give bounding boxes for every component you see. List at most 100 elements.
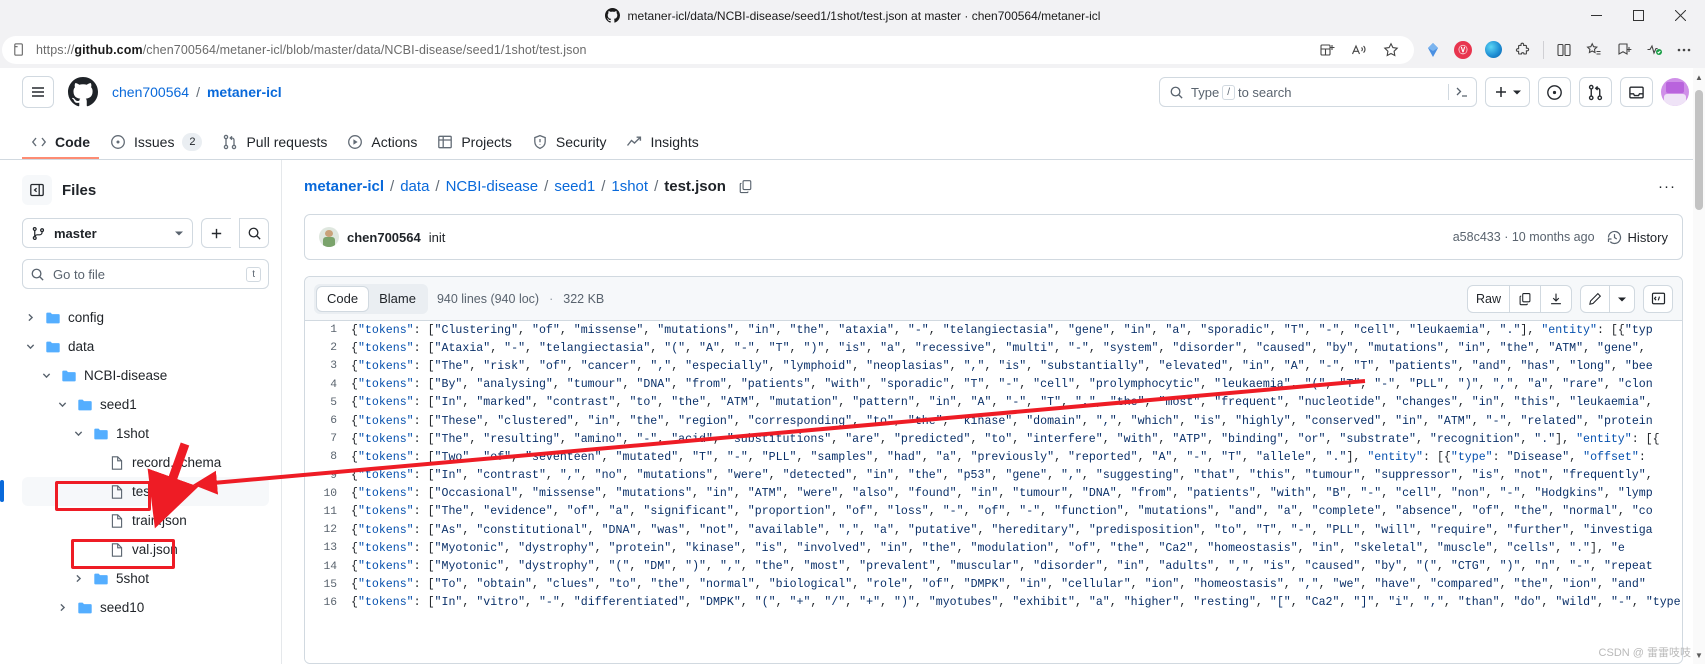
breadcrumb-repo[interactable]: metaner-icl <box>304 178 384 195</box>
line-content[interactable]: {"tokens": ["To", "obtain", "clues", "to… <box>351 578 1646 591</box>
line-number[interactable]: 16 <box>305 597 351 609</box>
commit-author-avatar[interactable] <box>319 227 339 247</box>
line-content[interactable]: {"tokens": ["Myotonic", "dystrophy", "("… <box>351 560 1653 573</box>
add-to-favorites-icon[interactable] <box>1609 36 1639 64</box>
tree-item-config[interactable]: config <box>22 303 269 332</box>
line-number[interactable]: 4 <box>305 379 351 391</box>
pencil-icon[interactable] <box>1581 285 1610 312</box>
chevron-down-icon[interactable] <box>22 342 38 351</box>
download-icon[interactable] <box>1541 286 1571 312</box>
edge-icon[interactable] <box>1478 36 1508 64</box>
history-link[interactable]: History <box>1607 230 1668 245</box>
split-screen-icon[interactable] <box>1312 36 1342 64</box>
tree-item-data[interactable]: data <box>22 332 269 361</box>
github-logo[interactable] <box>68 77 98 107</box>
favorite-star-icon[interactable] <box>1376 36 1406 64</box>
tab-actions[interactable]: Actions <box>338 126 426 159</box>
sidebar-collapse-icon[interactable] <box>22 175 52 205</box>
code-content[interactable]: 1 {"tokens": ["Clustering", "of", "missen… <box>305 321 1682 663</box>
search-files-button[interactable] <box>239 218 269 248</box>
active-tab[interactable]: metaner-icl/data/NCBI-disease/seed1/1sho… <box>0 8 1705 23</box>
line-content[interactable]: {"tokens": ["The", "evidence", "of", "a"… <box>351 505 1653 518</box>
chevron-right-icon[interactable] <box>54 603 70 612</box>
tab-projects[interactable]: Projects <box>428 126 521 159</box>
kebab-menu-icon[interactable]: ··· <box>1651 172 1683 200</box>
line-number[interactable]: 12 <box>305 524 351 536</box>
line-number[interactable]: 9 <box>305 470 351 482</box>
minimize-button[interactable] <box>1575 0 1617 31</box>
tree-item-seed1[interactable]: seed1 <box>22 390 269 419</box>
line-number[interactable]: 6 <box>305 415 351 427</box>
line-content[interactable]: {"tokens": ["The", "resulting", "amino",… <box>351 433 1660 446</box>
copy-icon[interactable] <box>1510 285 1541 312</box>
repo-owner-link[interactable]: chen700564 <box>112 84 189 100</box>
line-number[interactable]: 11 <box>305 506 351 518</box>
inbox-icon[interactable] <box>1620 77 1653 107</box>
line-content[interactable]: {"tokens": ["As", "constitutional", "DNA… <box>351 524 1653 537</box>
line-content[interactable]: {"tokens": ["Occasional", "missense", "m… <box>351 487 1653 500</box>
copy-path-icon[interactable] <box>736 176 756 196</box>
line-content[interactable]: {"tokens": ["In", "marked", "contrast", … <box>351 396 1653 409</box>
code-symbols-icon[interactable] <box>1643 284 1673 313</box>
line-number[interactable]: 2 <box>305 342 351 354</box>
extension-red-icon[interactable]: Ⓥ <box>1448 36 1478 64</box>
breadcrumb-1shot[interactable]: 1shot <box>611 178 648 195</box>
maximize-button[interactable] <box>1617 0 1659 31</box>
address-bar[interactable]: https://github.com/chen700564/metaner-ic… <box>2 35 1414 64</box>
puzzle-extensions-icon[interactable] <box>1508 36 1538 64</box>
tab-issues[interactable]: Issues 2 <box>101 126 211 159</box>
chevron-right-icon[interactable] <box>70 574 86 583</box>
pull-request-icon[interactable] <box>1579 77 1612 107</box>
tree-item-seed10[interactable]: seed10 <box>22 593 269 622</box>
line-number[interactable]: 1 <box>305 324 351 336</box>
command-palette-icon[interactable] <box>1448 84 1470 100</box>
menu-icon[interactable] <box>22 76 54 108</box>
scrollbar-thumb[interactable] <box>1695 90 1703 210</box>
line-content[interactable]: {"tokens": ["Two", "of", "seventeen", "m… <box>351 451 1646 464</box>
tab-security[interactable]: Security <box>523 126 616 159</box>
line-content[interactable]: {"tokens": ["By", "analysing", "tumour",… <box>351 378 1653 391</box>
line-content[interactable]: {"tokens": ["In", "vitro", "-", "differe… <box>351 596 1682 609</box>
line-number[interactable]: 14 <box>305 561 351 573</box>
issue-opened-icon[interactable] <box>1538 77 1571 107</box>
add-file-button[interactable] <box>201 218 231 248</box>
commit-sha[interactable]: a58c433 <box>1453 230 1501 244</box>
tree-item-record-schema[interactable]: record.schema <box>22 448 269 477</box>
tab-code[interactable]: Code <box>22 126 99 159</box>
settings-more-icon[interactable] <box>1669 36 1699 64</box>
close-button[interactable] <box>1659 0 1701 31</box>
create-new-button[interactable] <box>1485 77 1530 107</box>
page-scrollbar[interactable]: ▲ ▼ <box>1693 68 1705 664</box>
scroll-down-arrow[interactable]: ▼ <box>1693 648 1705 662</box>
breadcrumb-seed1[interactable]: seed1 <box>554 178 595 195</box>
page-info-icon[interactable] <box>8 39 30 61</box>
breadcrumb-ncbi-disease[interactable]: NCBI-disease <box>446 178 539 195</box>
line-content[interactable]: {"tokens": ["Clustering", "of", "missens… <box>351 324 1653 337</box>
line-number[interactable]: 3 <box>305 360 351 372</box>
line-content[interactable]: {"tokens": ["The", "risk", "of", "cancer… <box>351 360 1653 373</box>
line-content[interactable]: {"tokens": ["These", "clustered", "in", … <box>351 415 1653 428</box>
go-to-file-input[interactable]: Go to file t <box>22 259 269 289</box>
repo-name-link[interactable]: metaner-icl <box>207 84 282 100</box>
read-aloud-icon[interactable] <box>1344 36 1374 64</box>
tree-item-ncbi-disease[interactable]: NCBI-disease <box>22 361 269 390</box>
search-input[interactable]: Type / to search <box>1159 77 1477 107</box>
commit-message[interactable]: init <box>429 230 446 245</box>
chevron-down-icon[interactable] <box>1610 286 1634 312</box>
browser-essentials-icon[interactable] <box>1549 36 1579 64</box>
breadcrumb-data[interactable]: data <box>400 178 429 195</box>
chevron-down-icon[interactable] <box>70 429 86 438</box>
branch-selector[interactable]: master <box>22 218 193 248</box>
line-number[interactable]: 5 <box>305 397 351 409</box>
avatar[interactable] <box>1661 78 1689 106</box>
tab-blame-view[interactable]: Blame <box>369 286 426 312</box>
line-number[interactable]: 15 <box>305 579 351 591</box>
tree-item-1shot[interactable]: 1shot <box>22 419 269 448</box>
line-content[interactable]: {"tokens": ["In", "contrast", ",", "no",… <box>351 469 1653 482</box>
tab-pull-requests[interactable]: Pull requests <box>213 126 336 159</box>
scroll-up-arrow[interactable]: ▲ <box>1693 70 1705 84</box>
line-content[interactable]: {"tokens": ["Ataxia", "-", "telangiectas… <box>351 342 1646 355</box>
chevron-down-icon[interactable] <box>54 400 70 409</box>
line-number[interactable]: 10 <box>305 488 351 500</box>
line-number[interactable]: 7 <box>305 433 351 445</box>
